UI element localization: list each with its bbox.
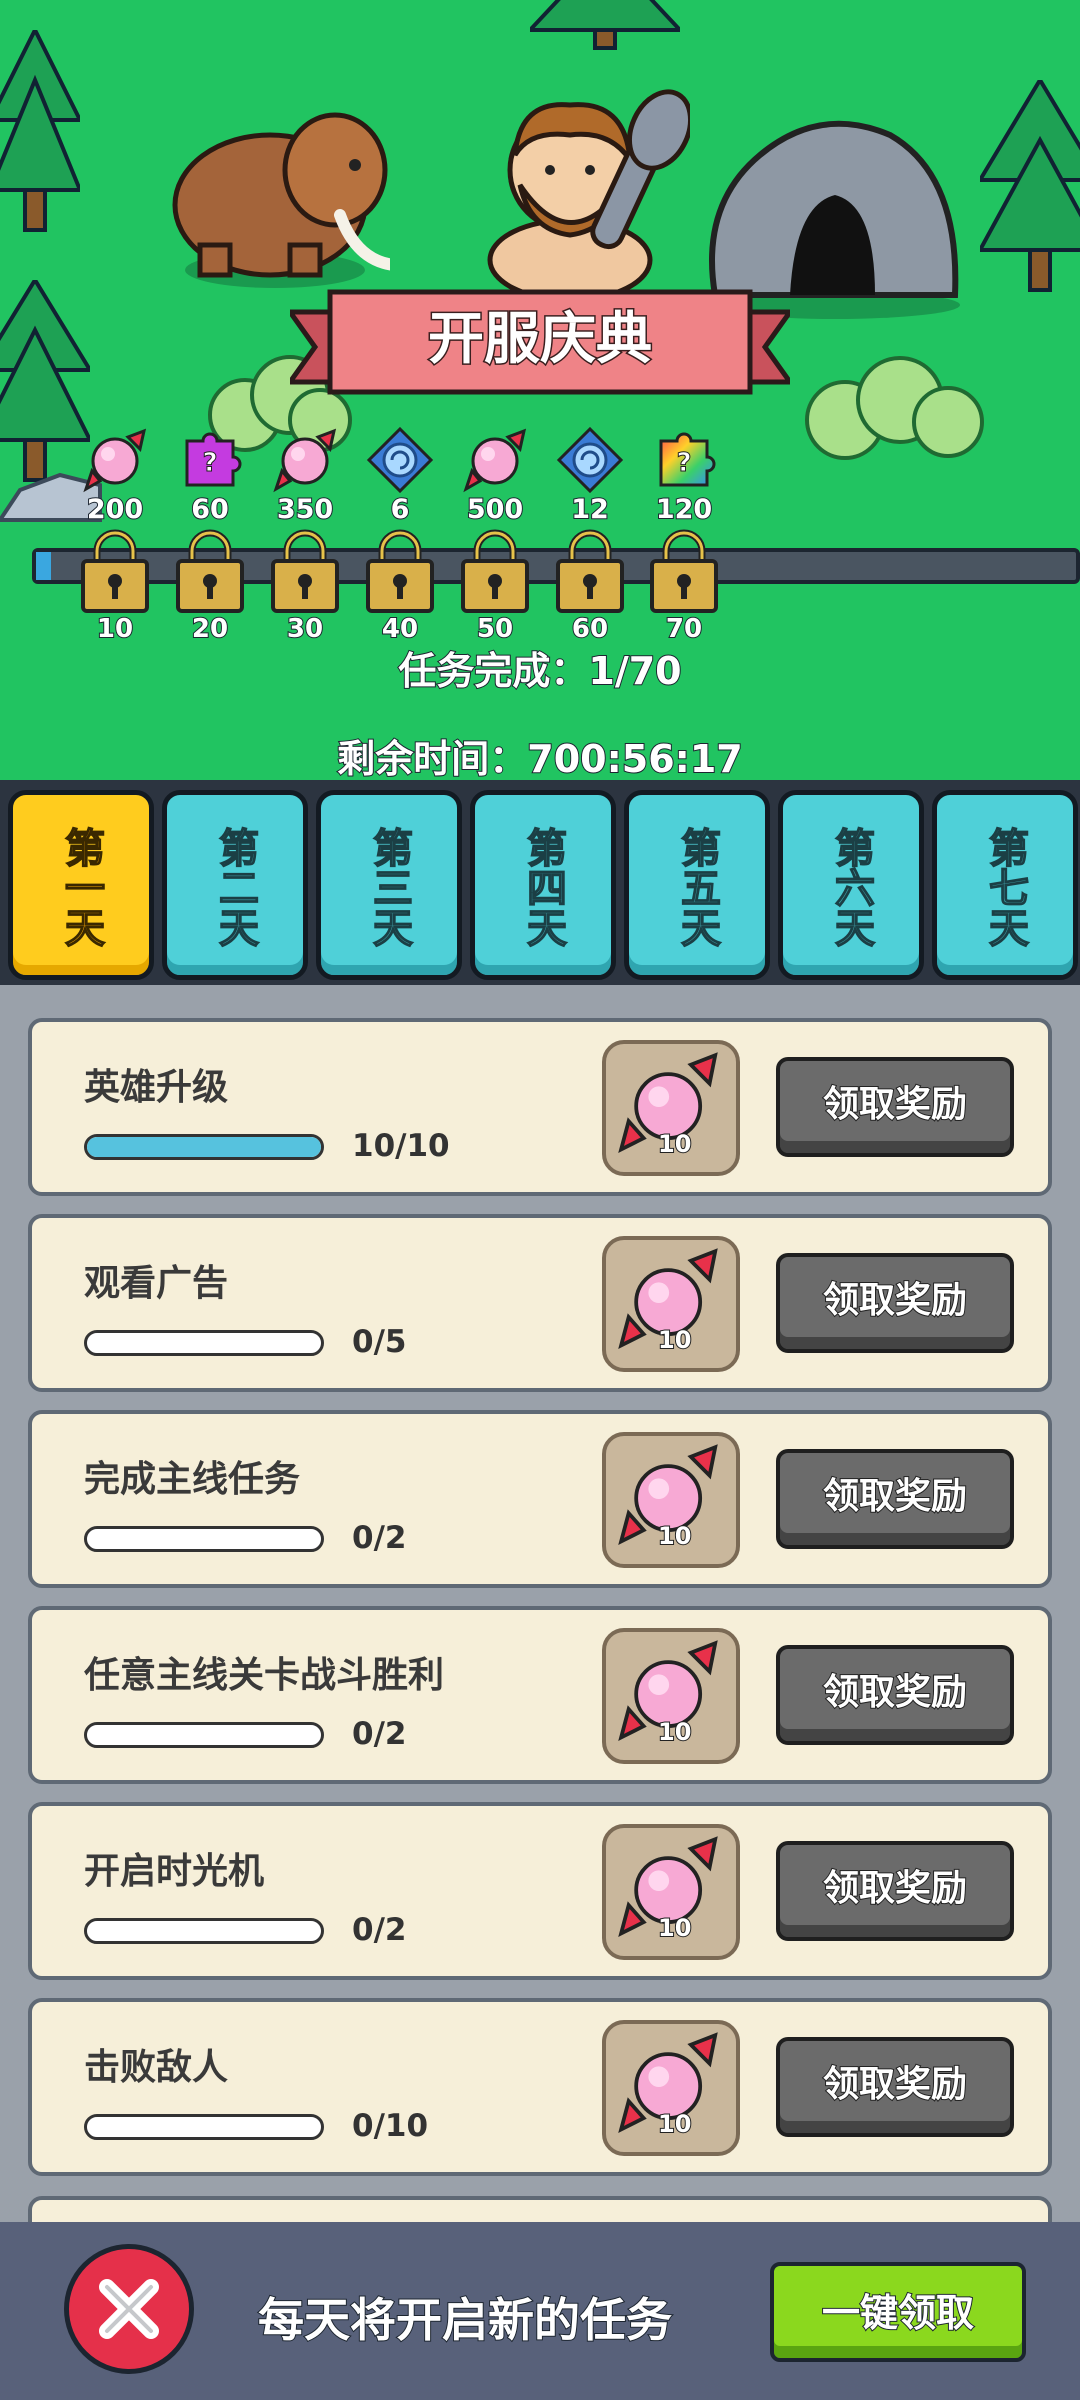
task-reward-amount: 10 [657,1129,692,1159]
pine-tree-decoration [0,30,80,232]
task-title: 观看广告 [84,1263,229,1304]
purple-puzzle-icon: ? [175,425,245,495]
tab-day-3[interactable]: 第三天 [316,790,462,980]
claim-all-label: 一键领取 [821,2290,975,2336]
lock-icon [172,525,248,615]
tab-day-5[interactable]: 第五天 [624,790,770,980]
claim-reward-button[interactable]: 领取奖励 [776,1841,1014,1941]
task-progress-text: 0/2 [352,1912,407,1948]
task-title: 英雄升级 [84,1067,229,1108]
task-progress-bar [84,1330,324,1356]
lock-icon [362,525,438,615]
tab-day-6[interactable]: 第六天 [778,790,924,980]
event-scene: 开服庆典 200 10? 60 20 350 30 6 40 500 50 12 60? 120 70 任… [0,0,1080,780]
task-progress-bar [84,1526,324,1552]
pine-tree-decoration [980,80,1080,292]
task-card: 开启时光机 0/2 10 领取奖励 [28,1802,1052,1980]
task-title: 完成主线任务 [84,1459,301,1500]
svg-text:?: ? [202,448,217,478]
task-reward: 10 [602,1824,740,1960]
tab-label: 第二天 [211,826,259,948]
lock-icon [77,525,153,615]
milestone-progress-fill [36,552,51,580]
task-reward: 10 [602,1040,740,1176]
task-progress-text: 0/10 [352,2108,429,2144]
task-reward-amount: 10 [657,1717,692,1747]
milestone-level: 70 [665,614,703,644]
pink-candy-icon [460,425,530,495]
task-title: 开启时光机 [84,1851,265,1892]
milestone-reward-amount: 120 [655,494,713,526]
claim-reward-label: 领取奖励 [822,1867,968,1910]
task-reward-amount: 10 [657,1521,692,1551]
caveman-illustration [487,89,690,290]
task-reward: 10 [602,1628,740,1764]
task-title: 任意主线关卡战斗胜利 [84,1655,445,1696]
tab-label: 第六天 [827,826,875,948]
bottom-bar: 每天将开启新的任务 一键领取 [0,2222,1080,2400]
tab-label: 第三天 [365,826,413,948]
claim-reward-button[interactable]: 领取奖励 [776,1057,1014,1157]
lock-icon [267,525,343,615]
claim-reward-label: 领取奖励 [822,1671,968,1714]
task-progress-text: 0/2 [352,1716,407,1752]
task-progress-text: 10/10 [352,1128,450,1164]
claim-reward-label: 领取奖励 [822,1279,968,1322]
daily-tasks-notice: 每天将开启新的任务 [257,2292,673,2348]
task-reward: 10 [602,2020,740,2156]
task-reward: 10 [602,1432,740,1568]
close-button[interactable] [64,2244,194,2374]
task-progress-bar [84,1722,324,1748]
task-completion-counter: 任务完成：1/70 [397,648,682,694]
claim-reward-label: 领取奖励 [822,2063,968,2106]
pink-candy-icon [80,425,150,495]
close-icon [99,2279,159,2339]
lock-icon [457,525,533,615]
claim-reward-button[interactable]: 领取奖励 [776,1645,1014,1745]
blue-swirl-gem-icon [555,425,625,495]
claim-all-button[interactable]: 一键领取 [770,2262,1026,2362]
blue-swirl-gem-icon [365,425,435,495]
tab-day-7[interactable]: 第七天 [932,790,1078,980]
task-card: 任意主线关卡战斗胜利 0/2 10 领取奖励 [28,1606,1052,1784]
svg-text:?: ? [676,448,691,478]
rainbow-puzzle-icon: ? [649,425,719,495]
claim-reward-label: 领取奖励 [822,1083,968,1126]
claim-reward-button[interactable]: 领取奖励 [776,2037,1014,2137]
tab-label: 第四天 [519,826,567,948]
task-reward: 10 [602,1236,740,1372]
task-card: 击败敌人 0/10 10 领取奖励 [28,1998,1052,2176]
tab-label: 第五天 [673,826,721,948]
tab-day-4[interactable]: 第四天 [470,790,616,980]
lock-icon [552,525,628,615]
task-progress-bar [84,2114,324,2140]
claim-reward-button[interactable]: 领取奖励 [776,1253,1014,1353]
tab-day-1[interactable]: 第一天 [8,790,154,980]
bush-decoration [805,356,984,460]
tab-day-2[interactable]: 第二天 [162,790,308,980]
task-card: 完成主线任务 0/2 10 领取奖励 [28,1410,1052,1588]
task-reward-amount: 10 [657,1913,692,1943]
task-title: 击败敌人 [84,2047,229,2088]
task-card: 观看广告 0/5 10 领取奖励 [28,1214,1052,1392]
remaining-time: 剩余时间：700:56:17 [336,736,744,780]
task-card: 英雄升级 10/10 10 领取奖励 [28,1018,1052,1196]
mammoth-illustration [172,112,390,288]
task-progress-fill [87,1137,321,1157]
task-progress-text: 0/2 [352,1520,407,1556]
tab-label: 第七天 [981,826,1029,948]
task-progress-text: 0/5 [352,1324,407,1360]
tab-label: 第一天 [57,826,105,948]
milestone-70[interactable]: ? 120 70 [624,425,744,644]
lock-icon [646,525,722,615]
claim-reward-label: 领取奖励 [822,1475,968,1518]
event-title: 开服庆典 [427,306,654,374]
claim-reward-button[interactable]: 领取奖励 [776,1449,1014,1549]
pink-candy-icon [270,425,340,495]
task-reward-amount: 10 [657,1325,692,1355]
pine-tree-decoration [530,0,680,50]
task-progress-bar [84,1918,324,1944]
task-progress-bar [84,1134,324,1160]
task-reward-amount: 10 [657,2109,692,2139]
